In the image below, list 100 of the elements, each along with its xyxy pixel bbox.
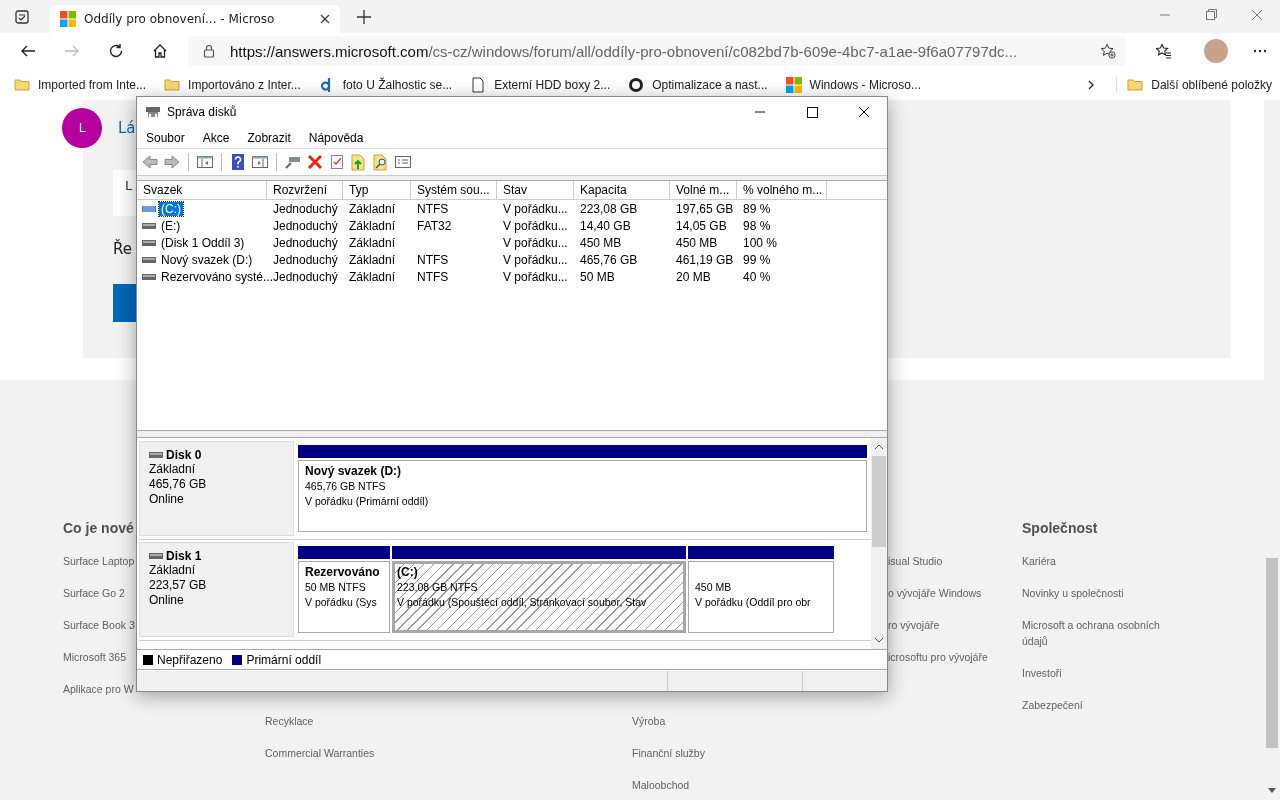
disk-size: 223,57 GB xyxy=(149,578,208,593)
delete-icon[interactable] xyxy=(306,153,324,171)
scroll-thumb[interactable] xyxy=(1266,558,1278,748)
scroll-down-icon[interactable] xyxy=(874,637,884,643)
footer-link[interactable]: Surface Book 3 xyxy=(63,617,135,633)
disk-label-panel[interactable]: Disk 0 Základní 465,76 GB Online xyxy=(139,441,294,536)
table-cell-text: NTFS xyxy=(416,252,450,267)
favorite-link[interactable]: Windows - Microso... xyxy=(785,76,921,93)
add-favorite-icon[interactable] xyxy=(1100,43,1116,59)
column-header[interactable]: Rozvržení xyxy=(267,181,343,199)
scroll-up-icon[interactable] xyxy=(874,444,884,450)
back-arrow-icon[interactable] xyxy=(20,43,36,59)
favorite-link[interactable]: Optimalizace a nast... xyxy=(628,76,768,93)
volume-name[interactable]: (E:) xyxy=(159,218,183,233)
table-cell-text: Základní xyxy=(348,252,397,267)
footer-link[interactable]: Surface Go 2 xyxy=(63,585,125,601)
folder-search-icon[interactable] xyxy=(372,153,390,171)
favorite-link[interactable]: Imported from Inte... xyxy=(14,76,147,93)
footer-link[interactable]: icrosoftu pro vývojáře xyxy=(888,649,988,665)
menu-item[interactable]: Zobrazit xyxy=(247,130,291,145)
table-cell-text: Základní xyxy=(348,218,397,233)
home-icon[interactable] xyxy=(152,43,168,59)
footer-link[interactable]: Microsoft a ochrana osobních údajů xyxy=(1022,617,1182,649)
close-icon[interactable] xyxy=(320,14,330,24)
disk-label-panel[interactable]: Disk 1 Základní 223,57 GB Online xyxy=(139,542,294,637)
footer-link[interactable]: Zabezpečení xyxy=(1022,697,1182,713)
column-header[interactable]: Stav xyxy=(497,181,574,199)
disk-type: Základní xyxy=(149,462,197,477)
footer-link[interactable]: Novinky u společnosti xyxy=(1022,585,1182,601)
panel-icon[interactable] xyxy=(251,153,269,171)
tab-actions-icon[interactable] xyxy=(14,8,30,25)
checklist-icon[interactable] xyxy=(328,153,346,171)
drive-icon xyxy=(149,552,163,560)
menu-item[interactable]: Soubor xyxy=(146,130,185,145)
column-header[interactable]: Typ xyxy=(343,181,411,199)
table-cell-text: 465,76 GB xyxy=(579,252,639,267)
table-cell-text: NTFS xyxy=(416,201,450,216)
scroll-thumb[interactable] xyxy=(872,456,886,547)
forward-arrow-icon[interactable] xyxy=(163,153,181,171)
panel-icon[interactable] xyxy=(196,153,214,171)
footer-link[interactable]: ro vývojáře xyxy=(888,617,940,633)
footer-heading: Společnost xyxy=(1022,520,1098,538)
table-cell-text: Jednoduchý xyxy=(272,252,339,267)
scroll-down-icon[interactable] xyxy=(1268,788,1276,794)
disk-status: Online xyxy=(149,492,185,507)
footer-link[interactable]: Commercial Warranties xyxy=(265,745,375,761)
menu-item[interactable]: Akce xyxy=(202,130,230,145)
footer-link[interactable]: Microsoft 365 xyxy=(63,649,127,665)
favorite-link[interactable]: foto U Žalhostic se... xyxy=(318,76,453,93)
table-cell-text: 99 % xyxy=(742,252,772,267)
refresh-icon[interactable] xyxy=(108,43,124,59)
folder-icon xyxy=(1127,76,1144,93)
column-header[interactable]: Systém sou... xyxy=(411,181,497,199)
partition-size: 465,76 GB NTFS xyxy=(305,479,386,494)
table-cell-text: V pořádku... xyxy=(502,269,569,284)
scrollbar[interactable] xyxy=(871,438,887,649)
partition-size: 450 MB xyxy=(695,580,732,595)
footer-link[interactable]: Finanční služby xyxy=(632,745,705,761)
volume-name[interactable]: (C:) xyxy=(159,201,183,216)
partition-name: Nový svazek (D:) xyxy=(305,464,402,478)
favorite-link[interactable]: Externí HDD boxy 2... xyxy=(470,76,611,93)
table-cell-text: 14,05 GB xyxy=(675,218,728,233)
author-link[interactable]: Lá xyxy=(118,119,136,137)
column-header[interactable]: Kapacita xyxy=(574,181,670,199)
new-tab-icon[interactable] xyxy=(356,8,372,25)
footer-link[interactable]: Investoři xyxy=(1022,665,1182,681)
favorites-icon[interactable] xyxy=(1156,43,1172,59)
favorite-folder[interactable]: Další oblíbené položky xyxy=(1116,76,1272,93)
column-header[interactable]: % volného m... xyxy=(737,181,827,199)
table-cell-text: V pořádku... xyxy=(502,252,569,267)
footer-link[interactable]: Výroba xyxy=(632,713,666,729)
column-header[interactable]: Svazek xyxy=(137,181,267,199)
volume-name[interactable]: (Disk 1 Oddíl 3) xyxy=(159,235,247,250)
footer-link[interactable]: Surface Laptop xyxy=(63,553,135,569)
browser-tab[interactable]: Oddíly pro obnovení... - Microso xyxy=(50,5,340,33)
footer-link[interactable]: Kariéra xyxy=(1022,553,1182,569)
table-cell-text: FAT32 xyxy=(416,218,453,233)
windows-logo-icon xyxy=(785,76,802,93)
page-scrollbar[interactable] xyxy=(1264,100,1280,800)
table-cell-text: 450 MB xyxy=(675,235,719,250)
folder-icon xyxy=(164,76,181,93)
user-avatar: L xyxy=(62,108,102,148)
footer-link[interactable]: Maloobchod xyxy=(632,777,690,793)
table-cell-text: 450 MB xyxy=(579,235,623,250)
favorite-link[interactable]: Importováno z Inter... xyxy=(164,76,301,93)
folder-up-icon[interactable] xyxy=(350,153,368,171)
properties-icon[interactable] xyxy=(394,153,412,171)
footer-link[interactable]: Recyklace xyxy=(265,713,314,729)
table-cell-text: 40 % xyxy=(742,269,772,284)
footer-link[interactable]: o vývojáře Windows xyxy=(888,585,982,601)
help-icon[interactable] xyxy=(229,153,247,171)
reply-box: L xyxy=(113,170,136,216)
menu-item[interactable]: Nápověda xyxy=(308,130,364,145)
footer-link[interactable]: Aplikace pro W xyxy=(63,681,134,697)
volume-name[interactable]: Nový svazek (D:) xyxy=(159,252,255,267)
column-header[interactable]: Volné m... xyxy=(670,181,737,199)
footer-link[interactable]: isual Studio xyxy=(888,553,943,569)
address-bar[interactable]: https://answers.microsoft.com/cs-cz/windows/forum/all/oddíly-pro-obnovení/c082bd7b-609e-4bc7-a1ae-9f6a07797dc... xyxy=(188,36,1126,66)
striped-drive-icon xyxy=(142,204,156,213)
partition-status: V pořádku (Sys xyxy=(305,595,377,610)
